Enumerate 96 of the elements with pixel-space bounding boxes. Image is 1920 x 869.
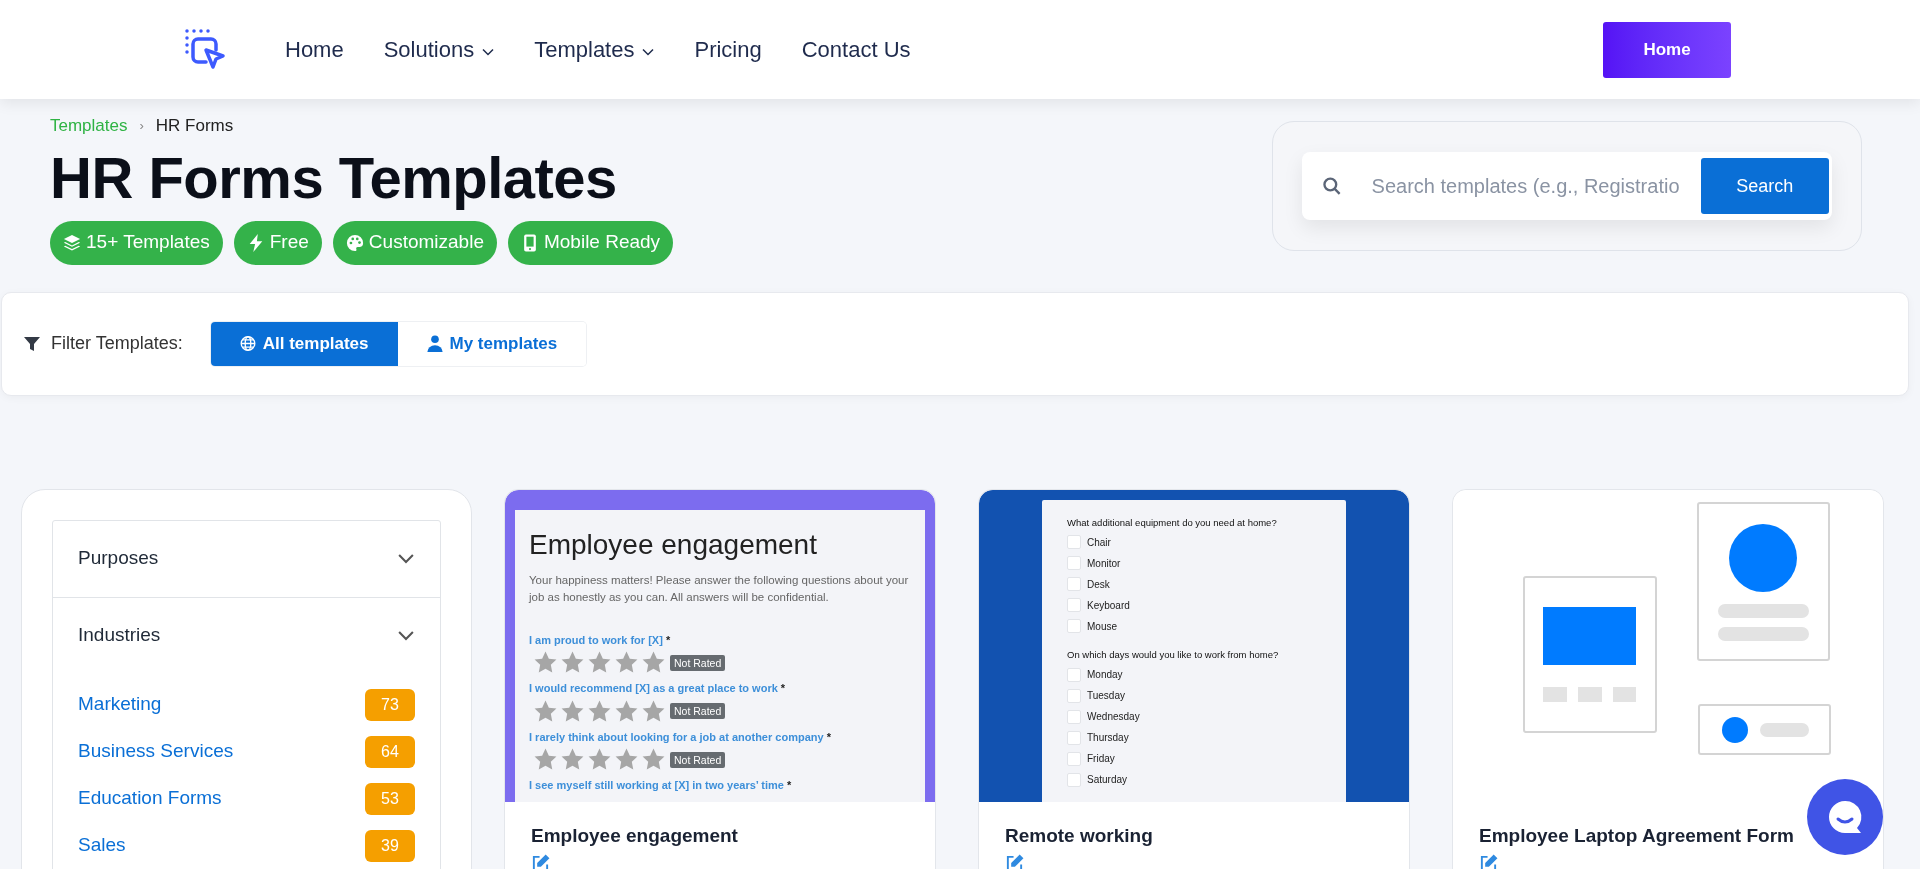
option-label: Chair: [1087, 535, 1111, 550]
layers-icon: [63, 233, 81, 252]
star-icon: [533, 650, 558, 675]
option-label: Monitor: [1087, 556, 1121, 571]
question-label: I would recommend [X] as a great place to work *: [529, 681, 787, 696]
star-icon: [614, 747, 639, 772]
star-icon: [587, 650, 612, 675]
option-label: Friday: [1087, 752, 1115, 766]
star-icon: [560, 747, 585, 772]
star-icon: [641, 747, 666, 772]
feature-badge: Customizable: [332, 220, 497, 265]
rating-status: Not Rated: [670, 751, 726, 768]
question-label: I see myself still working at [X] in two years’ time *: [529, 778, 793, 793]
nav-link[interactable]: Home: [285, 33, 344, 66]
count-badge: 39: [365, 829, 415, 862]
checkbox[interactable]: [1067, 535, 1081, 550]
edit-icon: [531, 854, 550, 869]
checkbox[interactable]: [1067, 577, 1081, 592]
option-label: Saturday: [1087, 773, 1128, 787]
option-label: Wednesday: [1087, 710, 1140, 724]
checkbox[interactable]: [1067, 688, 1081, 703]
feature-badge: Mobile Ready: [507, 220, 674, 265]
user-icon: [426, 335, 443, 352]
search-field[interactable]: Search templates (e.g., Registratio: [1371, 171, 1701, 201]
template-card[interactable]: Employee Laptop Agreement Form: [1452, 488, 1884, 869]
star-icon: [560, 698, 585, 724]
checkbox[interactable]: [1067, 709, 1081, 724]
card-title: Employee engagement: [531, 823, 739, 848]
template-card[interactable]: [504, 488, 936, 869]
star-icon: [641, 698, 666, 724]
chevron-down-icon: [397, 553, 415, 564]
question-label: What additional equipment do you need at home?: [1067, 515, 1278, 530]
form-description: Your happiness matters! Please answer the following questions about your job as honestly as you can. All answers will be confidential.: [529, 572, 910, 605]
option-label: Tuesday: [1087, 689, 1125, 703]
star-icon: [641, 650, 666, 675]
edit-icon: [1479, 854, 1498, 869]
option-label: Thursday: [1087, 731, 1129, 745]
star-icon: [533, 698, 558, 724]
industry-link[interactable]: Sales: [78, 831, 126, 860]
home-button[interactable]: Home: [1603, 21, 1731, 78]
nav-link[interactable]: Contact Us: [801, 33, 911, 66]
star-icon: [587, 698, 612, 724]
question-label: I am proud to work for [X] *: [529, 632, 672, 648]
rating-status: Not Rated: [670, 654, 726, 671]
feature-badge: Free: [233, 220, 322, 265]
filter-tab[interactable]: All templates: [210, 321, 398, 366]
filter-label: Filter Templates:: [51, 332, 183, 355]
chevron-down-icon: [482, 47, 495, 56]
count-badge: 64: [365, 735, 415, 768]
option-label: Monday: [1087, 668, 1123, 682]
checkbox[interactable]: [1067, 751, 1081, 766]
form-heading: Employee engagement: [529, 527, 818, 562]
chevron-down-icon: [397, 629, 415, 641]
card-title: Remote working: [1005, 823, 1154, 848]
nav-link[interactable]: Pricing: [694, 33, 762, 66]
count-badge: 73: [365, 688, 415, 721]
filter-icon: [23, 334, 41, 353]
checkbox[interactable]: [1067, 667, 1081, 682]
checkbox[interactable]: [1067, 619, 1081, 634]
accordion-header[interactable]: Industries: [53, 596, 440, 673]
search-button[interactable]: Search: [1700, 158, 1829, 214]
option-label: Mouse: [1087, 619, 1117, 634]
page-title: HR Forms Templates: [50, 143, 618, 212]
checkbox[interactable]: [1067, 730, 1081, 745]
star-icon: [587, 747, 612, 772]
question-label: I rarely think about looking for a job at another company *: [529, 729, 832, 745]
count-badge: 53: [365, 782, 415, 815]
breadcrumb-separator: ›: [139, 117, 144, 135]
option-label: Desk: [1087, 577, 1110, 592]
option-label: Keyboard: [1087, 598, 1130, 613]
breadcrumb-current: HR Forms: [155, 115, 234, 137]
search-icon: [1322, 176, 1342, 196]
nav-link[interactable]: Solutions: [383, 33, 495, 66]
rating-status: Not Rated: [670, 703, 726, 719]
template-card[interactable]: What additional equipment do you need at home? Chair Monitor Desk Keyboard Mouse On which days would you like to work from home? Monday Tuesday Wednesday Thursday Friday Saturday Remote working: [978, 488, 1410, 869]
industry-link[interactable]: Business Services: [78, 737, 234, 766]
star-icon: [614, 650, 639, 675]
logo-icon[interactable]: [184, 27, 228, 72]
feature-badge: 15+ Templates: [50, 220, 223, 265]
checkbox[interactable]: [1067, 772, 1081, 787]
star-icon: [614, 698, 639, 724]
industry-link[interactable]: Education Forms: [78, 784, 222, 813]
palette-icon: [345, 233, 364, 252]
nav-link[interactable]: Templates: [534, 33, 655, 66]
question-label: On which days would you like to work from home?: [1067, 647, 1280, 662]
card-title: Employee Laptop Agreement Form: [1479, 823, 1795, 848]
star-icon: [533, 747, 558, 772]
accordion-header[interactable]: Purposes: [53, 520, 440, 597]
edit-icon: [1005, 854, 1024, 869]
checkbox[interactable]: [1067, 598, 1081, 613]
star-icon: [560, 650, 585, 675]
checkbox[interactable]: [1067, 556, 1081, 571]
industry-link[interactable]: Marketing: [78, 690, 162, 719]
chevron-down-icon: [642, 47, 655, 56]
globe-icon: [239, 335, 256, 352]
search-bar[interactable]: Search templates (e.g., Registratio Search: [1302, 152, 1832, 220]
